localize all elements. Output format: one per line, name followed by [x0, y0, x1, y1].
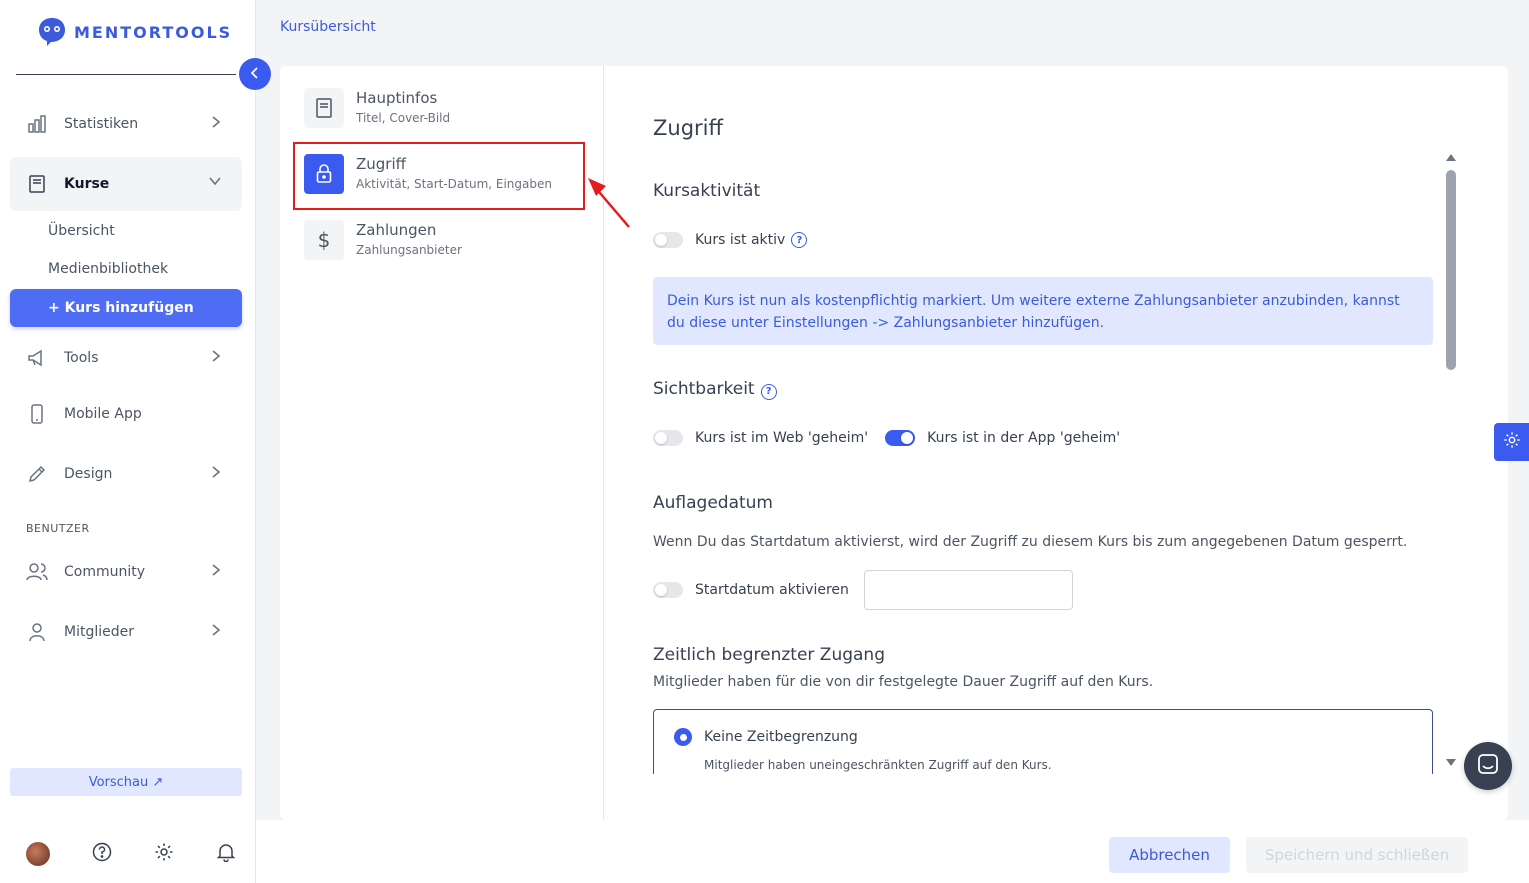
step-description: Zahlungsanbieter: [356, 243, 462, 257]
option-label: Keine Zeitbegrenzung: [704, 729, 858, 745]
chevron-down-icon: [208, 175, 222, 191]
section-label-benutzer: BENUTZER: [26, 522, 90, 535]
sidebar: MENTORTOOLS Statistiken Kurse Übersicht …: [0, 0, 256, 883]
sidebar-item-statistiken[interactable]: Statistiken: [10, 97, 242, 151]
phone-icon: [26, 403, 48, 425]
sidebar-item-label: Design: [64, 466, 113, 482]
web-secret-toggle[interactable]: [653, 430, 683, 446]
toggle-label: Kurs ist im Web 'geheim': [695, 430, 869, 446]
user-icon: [26, 621, 48, 643]
sidebar-item-label: Mitglieder: [64, 624, 134, 640]
help-icon[interactable]: [92, 842, 112, 866]
sidebar-item-community[interactable]: Community: [10, 545, 242, 599]
chevron-right-icon: [210, 563, 222, 581]
step-title: Hauptinfos: [356, 89, 438, 107]
visibility-row: Kurs ist im Web 'geheim' Kurs ist in der…: [653, 430, 1120, 446]
collapse-sidebar-button[interactable]: [239, 58, 271, 90]
chevron-right-icon: [210, 465, 222, 483]
steps-panel: Hauptinfos Titel, Cover-Bild Zugriff Akt…: [280, 66, 604, 820]
app-secret-toggle[interactable]: [885, 430, 916, 446]
access-settings-panel: Zugriff Kursaktivität Kurs ist aktiv ? D…: [653, 66, 1443, 774]
sidebar-item-mobile-app[interactable]: Mobile App: [10, 387, 242, 441]
sidebar-item-tools[interactable]: Tools: [10, 331, 242, 385]
section-description: Wenn Du das Startdatum aktivierst, wird …: [653, 534, 1408, 550]
step-zahlungen[interactable]: $ Zahlungen Zahlungsanbieter: [304, 220, 462, 260]
sidebar-item-label: Mobile App: [64, 406, 142, 422]
sidebar-item-label: Community: [64, 564, 146, 580]
info-box: Dein Kurs ist nun als kostenpflichtig ma…: [653, 277, 1433, 345]
section-heading-auflagedatum: Auflagedatum: [653, 493, 773, 513]
radio-selected[interactable]: [674, 728, 692, 746]
chat-launcher-button[interactable]: [1464, 742, 1512, 790]
help-icon[interactable]: ?: [791, 232, 808, 248]
sidebar-bottom-toolbar: [26, 842, 236, 866]
megaphone-icon: [26, 347, 48, 369]
book-icon: [304, 88, 344, 128]
sidebar-item-kurse[interactable]: Kurse: [10, 157, 242, 211]
toggle-label: Startdatum aktivieren: [695, 582, 849, 598]
sidebar-item-label: Tools: [64, 350, 99, 366]
step-hauptinfos[interactable]: Hauptinfos Titel, Cover-Bild: [304, 88, 450, 128]
breadcrumb[interactable]: Kursübersicht: [280, 19, 376, 35]
footer-bar: Abbrechen Speichern und schließen: [256, 820, 1529, 883]
course-active-toggle[interactable]: [653, 232, 683, 248]
gear-icon[interactable]: [154, 842, 174, 866]
logo[interactable]: MENTORTOOLS: [36, 16, 232, 48]
annotation-highlight-box: [293, 142, 585, 210]
chevron-right-icon: [210, 623, 222, 641]
chevron-left-icon: [249, 65, 261, 84]
divider: [16, 74, 236, 75]
scroll-up-icon[interactable]: [1445, 152, 1457, 162]
toggle-label: Kurs ist aktiv: [695, 232, 786, 248]
scroll-down-icon[interactable]: [1445, 758, 1457, 768]
course-editor-card: Hauptinfos Titel, Cover-Bild Zugriff Akt…: [280, 66, 1508, 820]
option-description: Mitglieder haben uneingeschränkten Zugri…: [704, 758, 1052, 772]
robot-logo-icon: [39, 18, 65, 46]
page-title: Zugriff: [653, 116, 723, 140]
bar-chart-icon: [26, 113, 48, 135]
chat-icon: [1477, 753, 1499, 779]
settings-tab[interactable]: [1494, 423, 1529, 461]
chevron-right-icon: [210, 115, 222, 133]
bell-icon[interactable]: [216, 842, 236, 866]
scrollbar[interactable]: [1444, 152, 1458, 772]
save-and-close-button[interactable]: Speichern und schließen: [1246, 837, 1468, 873]
course-active-row: Kurs ist aktiv ?: [653, 232, 808, 248]
toggle-label: Kurs ist in der App 'geheim': [927, 430, 1121, 446]
preview-button[interactable]: Vorschau ↗: [10, 768, 242, 796]
book-icon: [26, 173, 48, 195]
start-date-input[interactable]: [864, 570, 1073, 610]
cancel-button[interactable]: Abbrechen: [1109, 837, 1230, 873]
sidebar-item-design[interactable]: Design: [10, 447, 242, 501]
section-heading-sichtbarkeit: Sichtbarkeit?: [653, 379, 777, 400]
section-heading-zeitlich: Zeitlich begrenzter Zugang: [653, 645, 885, 665]
start-date-row: Startdatum aktivieren: [653, 582, 849, 598]
add-course-button[interactable]: + Kurs hinzufügen: [10, 289, 242, 327]
heading-text: Sichtbarkeit: [653, 379, 755, 399]
sidebar-subitem-medienbibliothek[interactable]: Medienbibliothek: [48, 261, 168, 277]
sidebar-subitem-uebersicht[interactable]: Übersicht: [48, 223, 115, 239]
section-heading-kursaktivitaet: Kursaktivität: [653, 181, 761, 201]
annotation-arrow: [588, 178, 630, 228]
pencil-icon: [26, 463, 48, 485]
chevron-right-icon: [210, 349, 222, 367]
users-icon: [26, 561, 48, 583]
sidebar-item-mitglieder[interactable]: Mitglieder: [10, 605, 242, 659]
sidebar-item-label: Kurse: [64, 176, 110, 192]
step-description: Titel, Cover-Bild: [356, 111, 451, 125]
scroll-thumb[interactable]: [1446, 170, 1456, 370]
no-time-limit-option[interactable]: Keine Zeitbegrenzung Mitglieder haben un…: [653, 709, 1433, 774]
sidebar-item-label: Statistiken: [64, 116, 139, 132]
avatar[interactable]: [26, 842, 50, 866]
dollar-icon: $: [304, 220, 344, 260]
gear-icon: [1503, 431, 1521, 453]
step-title: Zahlungen: [356, 221, 437, 239]
section-description: Mitglieder haben für die von dir festgel…: [653, 674, 1154, 690]
help-icon[interactable]: ?: [760, 383, 777, 400]
start-date-toggle[interactable]: [653, 582, 683, 598]
brand-name: MENTORTOOLS: [74, 22, 233, 42]
